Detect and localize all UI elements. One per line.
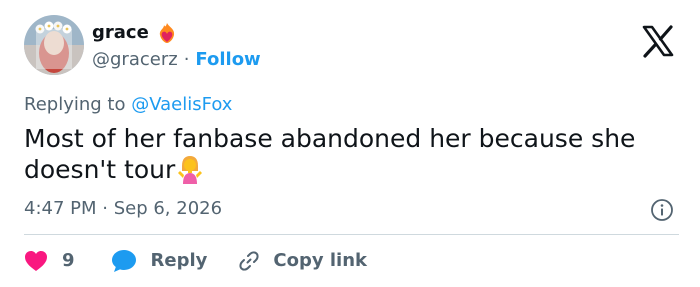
copy-link-label: Copy link — [273, 250, 367, 271]
avatar[interactable] — [24, 15, 84, 75]
replying-to-label: Replying to — [24, 94, 126, 115]
speech-bubble-icon — [111, 250, 136, 272]
avatar-image — [24, 15, 84, 75]
reply-button[interactable]: Reply — [111, 249, 208, 273]
separator-dot: · — [183, 49, 190, 70]
heart-icon — [25, 251, 47, 271]
display-name[interactable]: grace — [92, 22, 149, 44]
user-name-row: grace — [92, 22, 178, 44]
reply-context: Replying to @VaelisFox — [24, 94, 232, 116]
tweet-timestamp[interactable]: 4:47 PM · Sep 6, 2026 — [24, 198, 222, 220]
person-shrugging-icon — [178, 156, 203, 184]
user-handle[interactable]: @gracerz — [92, 49, 178, 71]
x-logo-icon[interactable] — [638, 21, 678, 61]
tweet-body: Most of her fanbase abandoned her becaus… — [24, 124, 636, 184]
reply-label: Reply — [150, 250, 208, 271]
info-icon[interactable] — [650, 198, 674, 222]
divider — [24, 234, 679, 235]
link-icon — [239, 251, 259, 271]
like-button[interactable]: 9 — [24, 250, 75, 272]
like-count: 9 — [62, 250, 75, 271]
copy-link-button[interactable]: Copy link — [237, 249, 367, 273]
follow-button[interactable]: Follow — [195, 49, 260, 71]
action-bar: 9 Reply Copy link — [24, 248, 367, 274]
heart-on-fire-icon — [159, 23, 174, 43]
reply-mention-link[interactable]: @VaelisFox — [131, 94, 232, 115]
tweet-text: Most of her fanbase abandoned her becaus… — [24, 123, 664, 185]
handle-row: @gracerz · Follow — [92, 49, 261, 71]
